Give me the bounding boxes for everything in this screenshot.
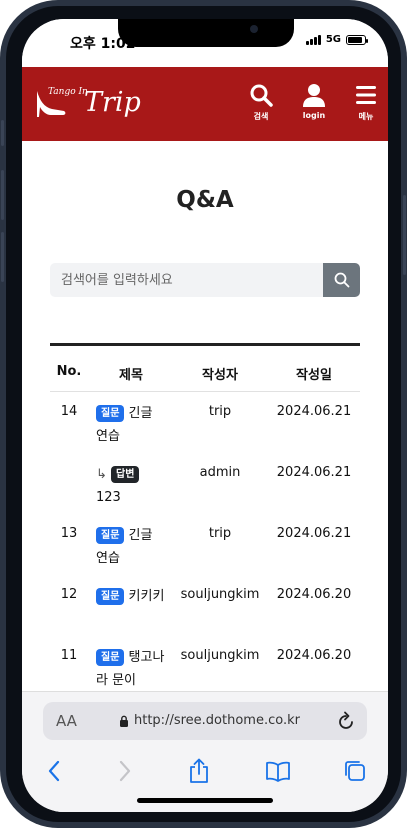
logo-subtext: Tango In [48,87,88,97]
tabs-icon [345,761,365,781]
reload-button[interactable] [337,711,355,735]
question-badge: 질문 [96,527,125,544]
bookmarks-button[interactable] [263,756,293,786]
row-title-text[interactable]: 123 [96,490,121,505]
answer-badge: 답변 [111,466,140,483]
row-title[interactable]: 질문 탱고나라 문이 [96,646,166,692]
reload-icon [339,711,353,729]
menu-nav-button[interactable]: 메뉴 [344,83,388,122]
status-bar: 오후 1:02 5G [22,19,388,67]
search-input[interactable] [50,263,323,297]
table-header: No. 제목 작성자 작성일 [50,343,360,392]
tabs-button[interactable] [340,756,370,786]
search-form [50,263,360,297]
address-bar[interactable]: AA http://sree.dothome.co.kr [43,702,367,740]
url-text: http://sree.dothome.co.kr [134,713,300,728]
text-size-label: AA [56,712,77,730]
row-number: 13 [60,526,78,541]
column-header-author: 작성자 [202,368,238,383]
mute-switch [1,120,4,146]
logo-text: Trip [84,87,141,118]
row-number: 14 [60,404,78,419]
battery-icon [346,34,368,45]
network-label: 5G [325,34,341,45]
row-title[interactable]: 질문 키키키 [96,585,166,608]
row-title[interactable]: 질문 긴글 연습 [96,524,166,570]
table-row[interactable]: 12 질문 키키키 souljungkim 2024.06.20 [50,575,360,636]
table-row[interactable]: 14 질문 긴글 연습 trip 2024.06.21 [50,392,360,453]
column-header-no: No. [56,364,82,379]
power-button [403,195,406,275]
row-author: souljungkim [180,587,260,602]
signal-icon [305,34,321,45]
back-button[interactable] [39,756,69,786]
question-badge: 질문 [96,405,125,422]
table-row[interactable]: 13 질문 긴글 연습 trip 2024.06.21 [50,514,360,575]
browser-toolbar: AA http://sree.dothome.co.kr [22,691,388,812]
menu-nav-label: 메뉴 [358,112,374,121]
row-author: trip [208,526,232,541]
search-nav-button[interactable]: 검색 [239,83,283,122]
row-date: 2024.06.21 [276,404,352,419]
row-title[interactable]: 질문 긴글 연습 [96,402,166,448]
user-icon [303,84,325,107]
table-row[interactable]: 11 질문 탱고나라 문이 souljungkim 2024.06.20 [50,636,360,697]
row-title[interactable]: ↳ 답변 123 [96,463,166,509]
chevron-left-icon [48,760,60,782]
chevron-right-icon [119,760,131,782]
qna-table: No. 제목 작성자 작성일 14 질문 긴글 연습 trip 2024.06.… [50,343,360,697]
row-date: 2024.06.20 [276,587,352,602]
url-display[interactable]: http://sree.dothome.co.kr [119,713,300,728]
reply-arrow-icon: ↳ [96,467,107,482]
share-button[interactable] [184,756,214,786]
table-row[interactable]: ↳ 답변 123 admin 2024.06.21 [50,453,360,514]
text-size-button[interactable]: AA [56,712,77,730]
login-nav-button[interactable]: login [292,83,336,120]
status-indicators: 5G [305,34,368,45]
front-camera [250,25,258,33]
site-header: Tango In Trip 검색 login 메뉴 [22,67,388,141]
home-indicator[interactable] [137,798,273,803]
forward-button[interactable] [110,756,140,786]
row-date: 2024.06.20 [276,648,352,663]
column-header-title: 제목 [119,368,143,383]
row-number: 12 [60,587,78,602]
search-submit-button[interactable] [323,263,360,297]
menu-icon [356,86,376,104]
row-date: 2024.06.21 [276,465,352,480]
column-header-date: 작성일 [296,368,332,383]
lock-icon [120,715,128,727]
search-nav-label: 검색 [253,112,269,121]
row-title-text[interactable]: 키키키 [129,589,165,604]
search-icon [250,84,273,107]
screen: 오후 1:02 5G Tango In Trip 검색 login 메뉴 Q&A… [22,19,388,812]
row-number: 11 [60,648,78,663]
share-icon [190,758,208,783]
search-icon [334,272,349,288]
volume-up-button [1,170,4,220]
login-nav-label: login [302,111,326,120]
book-icon [266,761,290,782]
row-author: admin [199,465,241,480]
notch [118,19,294,47]
question-badge: 질문 [96,588,125,605]
row-date: 2024.06.21 [276,526,352,541]
volume-down-button [1,232,4,282]
question-badge: 질문 [96,649,125,666]
row-author: souljungkim [180,648,260,663]
page-title: Q&A [176,187,234,213]
row-author: trip [208,404,232,419]
